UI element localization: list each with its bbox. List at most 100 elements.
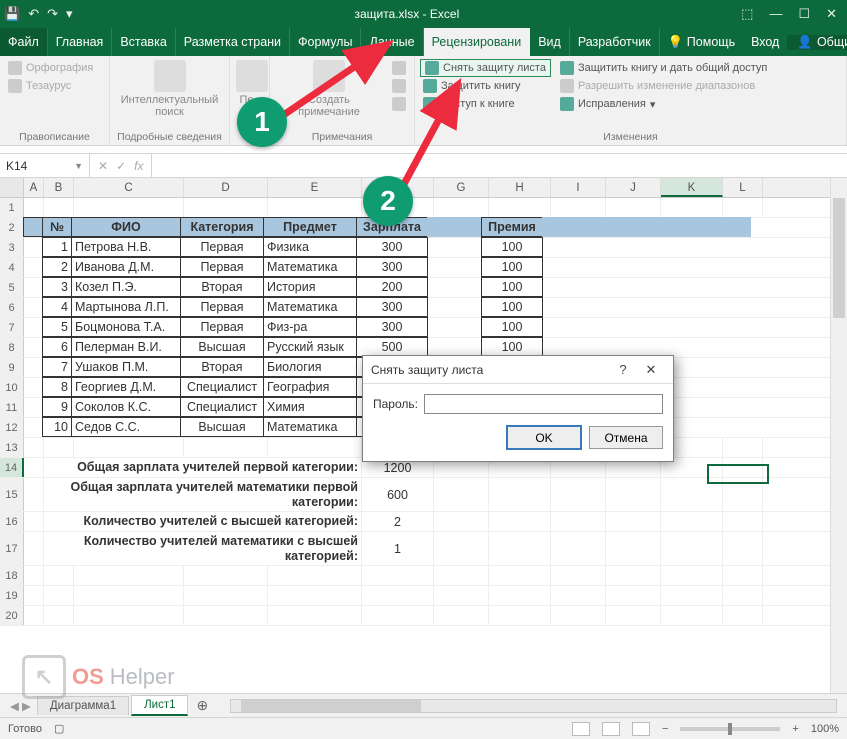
spelling-button[interactable]: Орфография	[6, 60, 95, 76]
scrollbar-thumb[interactable]	[833, 198, 845, 318]
smart-lookup-button[interactable]: Интеллектуальный поиск	[116, 60, 223, 118]
rowhdr[interactable]: 13	[0, 438, 24, 457]
tab-insert[interactable]: Вставка	[112, 28, 175, 56]
cell[interactable]: Специалист	[180, 397, 264, 417]
close-icon[interactable]: ✕	[826, 6, 837, 22]
cell[interactable]	[711, 217, 751, 237]
cell[interactable]: 100	[481, 317, 543, 337]
cell[interactable]	[184, 586, 268, 605]
cell[interactable]	[661, 566, 723, 585]
cell[interactable]: Премия	[481, 217, 543, 237]
cell[interactable]	[711, 317, 751, 337]
cell[interactable]: Иванова Д.М.	[71, 257, 181, 277]
cell[interactable]: 100	[481, 237, 543, 257]
cell[interactable]	[542, 217, 597, 237]
colhdr[interactable]: J	[606, 178, 661, 197]
cell[interactable]: Вторая	[180, 277, 264, 297]
cell[interactable]	[24, 512, 44, 531]
cell[interactable]	[551, 512, 606, 531]
zoom-in-icon[interactable]: +	[792, 723, 798, 735]
cell[interactable]	[74, 586, 184, 605]
cell[interactable]	[596, 217, 651, 237]
cell[interactable]	[661, 532, 723, 565]
cell[interactable]	[434, 566, 489, 585]
cell[interactable]: Высшая	[180, 337, 264, 357]
cell[interactable]	[268, 438, 362, 457]
fx-icon[interactable]: fx	[134, 159, 143, 173]
track-changes-button[interactable]: Исправления ▾	[558, 96, 769, 112]
cell[interactable]	[24, 532, 44, 565]
cell[interactable]	[44, 586, 74, 605]
signin-button[interactable]: Вход	[743, 35, 787, 49]
cell[interactable]: 5	[42, 317, 72, 337]
cell[interactable]: №	[42, 217, 72, 237]
cell[interactable]: 100	[481, 337, 543, 357]
cell[interactable]	[44, 438, 74, 457]
cell[interactable]	[362, 566, 434, 585]
rowhdr[interactable]: 19	[0, 586, 24, 605]
cell[interactable]: Математика	[263, 297, 357, 317]
cell[interactable]	[606, 566, 661, 585]
cell[interactable]	[723, 532, 763, 565]
cell[interactable]: 2	[362, 512, 434, 531]
cell[interactable]: Мартынова Л.П.	[71, 297, 181, 317]
cell[interactable]	[74, 566, 184, 585]
zoom-out-icon[interactable]: −	[662, 723, 668, 735]
cell[interactable]: Физика	[263, 237, 357, 257]
cell[interactable]	[268, 606, 362, 625]
cell[interactable]	[427, 257, 482, 277]
cell[interactable]	[434, 532, 489, 565]
cell[interactable]	[23, 277, 43, 297]
cell[interactable]: Боцмонова Т.А.	[71, 317, 181, 337]
ok-button[interactable]: OK	[507, 426, 581, 449]
tab-file[interactable]: Файл	[0, 28, 48, 56]
colhdr[interactable]: L	[723, 178, 763, 197]
cell[interactable]	[23, 257, 43, 277]
cell[interactable]	[24, 478, 44, 511]
save-icon[interactable]: 💾	[4, 6, 20, 22]
cell[interactable]	[606, 606, 661, 625]
cell[interactable]	[489, 478, 551, 511]
rowhdr[interactable]: 15	[0, 478, 24, 511]
maximize-icon[interactable]: ☐	[798, 6, 810, 22]
cell[interactable]	[434, 478, 489, 511]
cell[interactable]	[711, 257, 751, 277]
help-button[interactable]: 💡 Помощь	[660, 35, 743, 50]
name-box[interactable]: K14▼	[0, 154, 90, 177]
cell[interactable]	[23, 357, 43, 377]
cell[interactable]	[606, 512, 661, 531]
cell[interactable]	[434, 606, 489, 625]
tab-layout[interactable]: Разметка страни	[176, 28, 290, 56]
cell[interactable]: 6	[42, 337, 72, 357]
cell[interactable]	[427, 317, 482, 337]
cell[interactable]	[23, 217, 43, 237]
cell[interactable]: Категория	[180, 217, 264, 237]
chevron-down-icon[interactable]: ▼	[74, 161, 83, 171]
cell[interactable]: 300	[356, 297, 428, 317]
cell[interactable]	[723, 512, 763, 531]
unprotect-sheet-button[interactable]: Снять защиту листа	[421, 60, 550, 76]
cell[interactable]	[268, 586, 362, 605]
cell[interactable]	[650, 277, 712, 297]
rowhdr[interactable]: 5	[0, 278, 24, 297]
cell[interactable]	[723, 198, 763, 217]
cell[interactable]	[542, 297, 597, 317]
cell[interactable]	[23, 337, 43, 357]
rowhdr[interactable]: 2	[0, 218, 24, 237]
cell[interactable]	[650, 217, 712, 237]
cell[interactable]: Предмет	[263, 217, 357, 237]
cell[interactable]	[362, 586, 434, 605]
rowhdr[interactable]: 7	[0, 318, 24, 337]
cell[interactable]: География	[263, 377, 357, 397]
cell[interactable]	[23, 317, 43, 337]
view-normal-icon[interactable]	[572, 722, 590, 736]
cell[interactable]	[650, 237, 712, 257]
cell[interactable]	[24, 586, 44, 605]
cancel-formula-icon[interactable]: ✕	[98, 159, 108, 173]
colhdr[interactable]: H	[489, 178, 551, 197]
zoom-level[interactable]: 100%	[811, 723, 839, 735]
cell[interactable]	[661, 478, 723, 511]
cell[interactable]	[551, 586, 606, 605]
cell[interactable]: Высшая	[180, 417, 264, 437]
dialog-help-icon[interactable]: ?	[609, 362, 637, 377]
